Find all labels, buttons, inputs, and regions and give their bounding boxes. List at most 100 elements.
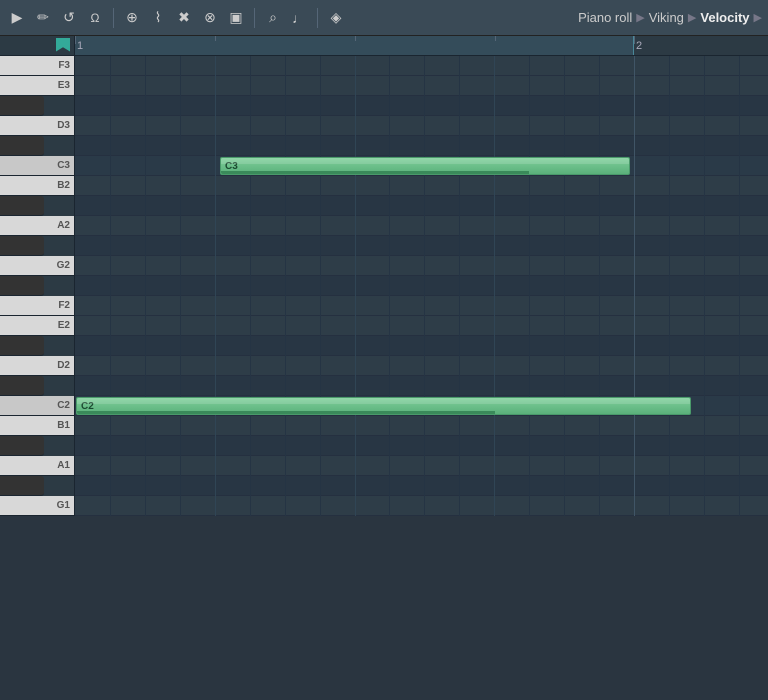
- piano-key-Bb2[interactable]: [0, 196, 44, 216]
- v-grid-sub: [285, 56, 286, 516]
- v-grid-sub: [739, 56, 740, 516]
- note-c2-label: C2: [81, 401, 94, 412]
- breadcrumb-arrow1: ▶: [636, 11, 644, 24]
- mute-icon[interactable]: ✖: [173, 7, 195, 29]
- piano-key-Bb1[interactable]: [0, 436, 44, 456]
- piano-key-label-F2: F2: [58, 300, 70, 311]
- select-icon[interactable]: ▣: [225, 7, 247, 29]
- v-grid-sub: [599, 56, 600, 516]
- note-c3-velocity: [221, 171, 529, 174]
- piano-key-label-D3: D3: [57, 120, 70, 131]
- v-grid-sub: [110, 56, 111, 516]
- piano-key-label-A1: A1: [57, 460, 70, 471]
- v-grid-sub: [424, 56, 425, 516]
- piano-key-label-F3: F3: [58, 60, 70, 71]
- sep3: [317, 8, 318, 28]
- timeline-ruler[interactable]: 1 2: [75, 36, 768, 55]
- v-grid-beat: [355, 56, 356, 516]
- v-grid-sub: [250, 56, 251, 516]
- snap-icon[interactable]: Ω: [84, 7, 106, 29]
- piano-key-label-C3: C3: [57, 160, 70, 171]
- beat3-line: [495, 36, 496, 41]
- v-grid-sub: [669, 56, 670, 516]
- piano-key-label-B2: B2: [57, 180, 70, 191]
- piano-key-label-G2: G2: [57, 260, 70, 271]
- bar1-label: 1: [77, 36, 83, 55]
- pointer-icon[interactable]: ▶: [6, 7, 28, 29]
- grid-area[interactable]: C3 C2: [75, 56, 768, 516]
- piano-key-Eb2[interactable]: [0, 336, 44, 356]
- piano-keyboard: F3 E3 D3 C3 B2 A2 G2 F2 E2 D2 C2 B1 A1 G1: [0, 56, 75, 516]
- v-grid-sub: [529, 56, 530, 516]
- v-grid-sub: [704, 56, 705, 516]
- bar1-line: [75, 36, 76, 44]
- piano-key-label-E2: E2: [58, 320, 70, 331]
- piano-key-C2[interactable]: C2: [0, 396, 74, 416]
- piano-key-F3[interactable]: F3: [0, 56, 74, 76]
- piano-key-Db2[interactable]: [0, 376, 44, 396]
- v-grid-beat: [215, 56, 216, 516]
- breadcrumb-arrow2: ▶: [688, 11, 696, 24]
- v-grid-sub: [389, 56, 390, 516]
- beat2-line: [355, 36, 356, 41]
- v-grid-sub: [320, 56, 321, 516]
- piano-key-A2[interactable]: A2: [0, 216, 74, 236]
- note-c2[interactable]: C2: [76, 397, 691, 415]
- v-grid-sub: [145, 56, 146, 516]
- note-c3-label: C3: [225, 161, 238, 172]
- piano-key-G1[interactable]: G1: [0, 496, 74, 516]
- piano-key-Db3[interactable]: [0, 136, 44, 156]
- piano-key-C3[interactable]: C3: [0, 156, 74, 176]
- piano-key-label-C2: C2: [57, 400, 70, 411]
- toolbar: ▶ ✏ ↺ Ω ⊕ ⌇ ✖ ⊗ ▣ ⌕ ♩ ◈ Piano roll ▶ Vik…: [0, 0, 768, 36]
- strum-icon[interactable]: ⌇: [147, 7, 169, 29]
- bar2-line: [634, 36, 635, 44]
- piano-key-label-E3: E3: [58, 80, 70, 91]
- breadcrumb: Piano roll ▶ Viking ▶ Velocity ▶: [578, 10, 762, 25]
- piano-key-E2[interactable]: E2: [0, 316, 74, 336]
- beat1-line: [215, 36, 216, 41]
- breadcrumb-velocity[interactable]: Velocity: [700, 10, 749, 25]
- piano-key-label-B1: B1: [57, 420, 70, 431]
- piano-key-label-D2: D2: [57, 360, 70, 371]
- piano-key-A1[interactable]: A1: [0, 456, 74, 476]
- stamp-icon[interactable]: ⊗: [199, 7, 221, 29]
- piano-key-F2[interactable]: F2: [0, 296, 74, 316]
- v-grid-beat: [494, 56, 495, 516]
- piano-key-Ab2[interactable]: [0, 236, 44, 256]
- bar2-label: 2: [636, 36, 642, 55]
- magnet-icon[interactable]: ⊕: [121, 7, 143, 29]
- playhead-marker: [56, 38, 70, 52]
- piano-roll: 1 2 F3 E3 D3 C3 B2 A2 G2 F2 E2 D2 C2 B1 A1 G1 C3 C2: [0, 36, 768, 700]
- piano-key-B1[interactable]: B1: [0, 416, 74, 436]
- piano-key-B2[interactable]: B2: [0, 176, 74, 196]
- piano-key-Ab1[interactable]: [0, 476, 44, 496]
- metro-icon[interactable]: ♩: [288, 7, 310, 29]
- v-grid-sub: [459, 56, 460, 516]
- breadcrumb-arrow3: ▶: [754, 11, 762, 24]
- piano-key-D3[interactable]: D3: [0, 116, 74, 136]
- v-grid-sub: [564, 56, 565, 516]
- loop-icon[interactable]: ↺: [58, 7, 80, 29]
- breadcrumb-pianoroll[interactable]: Piano roll: [578, 10, 632, 25]
- sep1: [113, 8, 114, 28]
- timeline: 1 2: [0, 36, 768, 56]
- piano-key-Eb3[interactable]: [0, 96, 44, 116]
- piano-key-Gb2[interactable]: [0, 276, 44, 296]
- note-c2-velocity: [77, 411, 495, 414]
- v-grid-sub: [180, 56, 181, 516]
- note-c3[interactable]: C3: [220, 157, 630, 175]
- piano-key-label-G1: G1: [57, 500, 70, 511]
- piano-key-E3[interactable]: E3: [0, 76, 74, 96]
- main-area: F3 E3 D3 C3 B2 A2 G2 F2 E2 D2 C2 B1 A1 G1 C3 C2: [0, 56, 768, 700]
- v-grid-bar: [634, 56, 635, 516]
- sep2: [254, 8, 255, 28]
- piano-key-G2[interactable]: G2: [0, 256, 74, 276]
- zoom-icon[interactable]: ⌕: [262, 7, 284, 29]
- pencil-icon[interactable]: ✏: [32, 7, 54, 29]
- speaker-icon[interactable]: ◈: [325, 7, 347, 29]
- piano-key-label-A2: A2: [57, 220, 70, 231]
- timeline-spacer: [0, 36, 75, 55]
- piano-key-D2[interactable]: D2: [0, 356, 74, 376]
- breadcrumb-instrument[interactable]: Viking: [649, 10, 684, 25]
